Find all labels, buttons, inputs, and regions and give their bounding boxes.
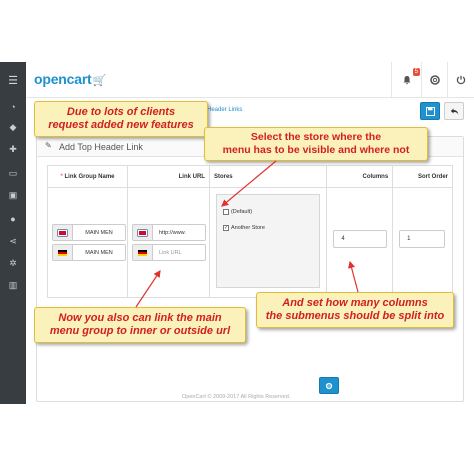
logo-text: opencart xyxy=(34,71,92,87)
header-divider xyxy=(421,62,422,98)
callout-columns: And set how many columns the submenus sho… xyxy=(256,292,454,328)
admin-app: ☰ opencart🛒 5 ◔ ◆ ✚ ▭ ▣ ● ⋖ ✲ ▥ p Header… xyxy=(0,0,474,474)
save-icon xyxy=(425,106,435,116)
footer-copyright: OpenCart © 2009-2017 All Rights Reserved… xyxy=(182,394,291,400)
header-divider xyxy=(391,62,392,98)
uk-flag-icon xyxy=(53,225,73,240)
sort-order-input[interactable]: 1 xyxy=(399,230,446,248)
uk-flag-icon xyxy=(132,225,153,240)
top-header: ☰ opencart🛒 5 xyxy=(0,62,474,98)
link-url-cell: http://www. Link URL xyxy=(126,187,210,298)
gear-icon[interactable]: ✲ xyxy=(0,254,26,272)
share-icon[interactable]: ⋖ xyxy=(0,232,26,250)
checkbox-checked[interactable]: ✓ xyxy=(222,225,229,231)
column-header-stores: Stores xyxy=(208,165,328,188)
menu-toggle-icon[interactable]: ☰ xyxy=(0,62,26,98)
gear-icon xyxy=(325,382,333,389)
header-divider xyxy=(447,62,448,98)
store-list: (Default) ✓ Another Store xyxy=(215,194,320,288)
link-table: * Link Group Name Link URL Stores Column… xyxy=(47,165,453,298)
add-row-button[interactable] xyxy=(319,377,339,394)
columns-input[interactable]: 4 xyxy=(333,230,388,248)
table-row: MAIN MEN MAIN MEN http://www. Link URL (… xyxy=(47,187,453,298)
puzzle-icon[interactable]: ✚ xyxy=(0,140,26,158)
link-url-input-en[interactable]: http://www. xyxy=(131,224,206,241)
desktop-icon[interactable]: ▭ xyxy=(0,164,26,182)
column-header-link-url: Link URL xyxy=(126,165,210,188)
logout-icon[interactable] xyxy=(454,73,468,87)
cart-icon: 🛒 xyxy=(92,75,107,87)
store-checkbox-default[interactable]: (Default) xyxy=(222,209,252,215)
group-name-input-en[interactable]: MAIN MEN xyxy=(52,224,126,241)
column-header-link-group-name: * Link Group Name xyxy=(47,165,128,188)
column-header-columns: Columns xyxy=(326,165,394,188)
tags-icon[interactable]: ◆ xyxy=(0,118,26,136)
group-name-input-de[interactable]: MAIN MEN xyxy=(52,244,126,261)
panel-title: Add Top Header Link xyxy=(59,142,143,152)
dashboard-icon[interactable]: ◔ xyxy=(0,98,26,116)
opencart-logo[interactable]: opencart🛒 xyxy=(34,71,106,87)
breadcrumb[interactable]: p Header Links xyxy=(202,107,242,113)
german-flag-icon xyxy=(132,245,153,260)
bell-icon[interactable]: 5 xyxy=(400,68,420,87)
notification-badge: 5 xyxy=(412,68,420,76)
german-flag-icon xyxy=(53,245,73,260)
group-name-cell: MAIN MEN MAIN MEN xyxy=(47,187,128,298)
back-button[interactable] xyxy=(444,102,464,120)
save-button[interactable] xyxy=(420,102,440,120)
user-icon[interactable]: ● xyxy=(0,210,26,228)
link-url-input-de[interactable]: Link URL xyxy=(131,244,206,261)
cart-icon[interactable]: ▣ xyxy=(0,186,26,204)
sidebar: ◔ ◆ ✚ ▭ ▣ ● ⋖ ✲ ▥ xyxy=(0,98,26,404)
life-ring-icon[interactable] xyxy=(428,73,442,87)
sort-order-cell: 1 xyxy=(392,187,453,298)
columns-cell: 4 xyxy=(326,187,394,298)
store-checkbox-another[interactable]: ✓ Another Store xyxy=(222,225,265,231)
pencil-icon: ✎ xyxy=(45,141,52,150)
callout-url: Now you also can link the main menu group… xyxy=(34,307,246,343)
checkbox[interactable] xyxy=(222,209,229,215)
add-link-panel: ✎ Add Top Header Link * Link Group Name … xyxy=(36,136,464,402)
callout-new-features: Due to lots of clients request added new … xyxy=(34,101,208,137)
bar-chart-icon[interactable]: ▥ xyxy=(0,276,26,294)
callout-stores: Select the store where the menu has to be… xyxy=(204,127,428,161)
column-header-sort-order: Sort Order xyxy=(392,165,453,188)
stores-cell: (Default) ✓ Another Store xyxy=(208,187,328,298)
reply-icon xyxy=(450,108,458,115)
